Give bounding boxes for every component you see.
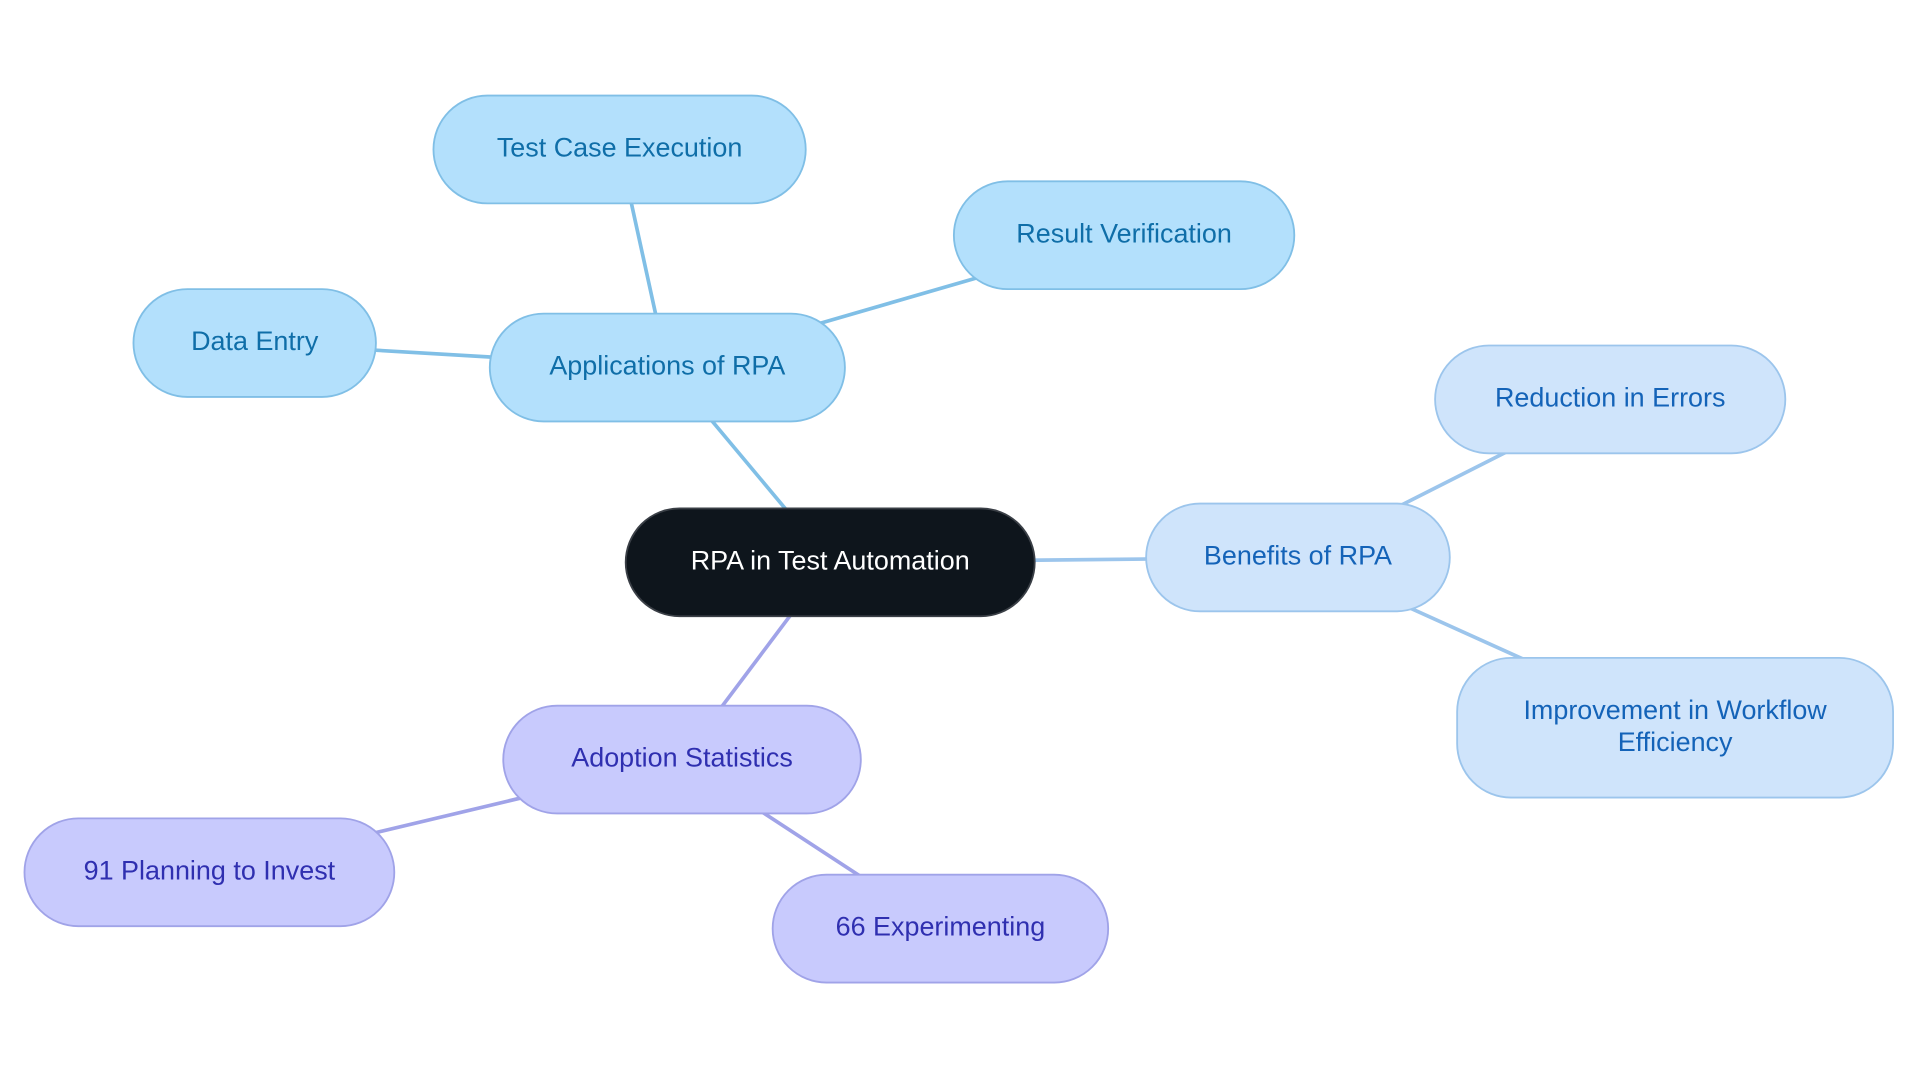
leaf-node-workflow-efficiency[interactable]: Improvement in WorkflowEfficiency — [1456, 656, 1894, 799]
branch-node-benefits-label: Benefits of RPA — [1204, 541, 1392, 571]
leaf-node-result-verification-label: Result Verification — [1016, 218, 1232, 248]
leaf-node-reduction-errors-label: Reduction in Errors — [1495, 382, 1726, 412]
leaf-node-planning-invest[interactable]: 91 Planning to Invest — [23, 817, 396, 928]
branch-node-adoption-label: Adoption Statistics — [571, 743, 793, 773]
branch-node-applications-label: Applications of RPA — [549, 351, 785, 381]
leaf-node-planning-invest-label: 91 Planning to Invest — [84, 855, 336, 885]
branch-node-applications[interactable]: Applications of RPA — [488, 312, 846, 423]
branch-node-adoption[interactable]: Adoption Statistics — [502, 704, 862, 815]
leaf-node-test-case-execution[interactable]: Test Case Execution — [432, 94, 807, 205]
nodes-layer: RPA in Test Automation Applications of RP… — [23, 94, 1894, 984]
root-node[interactable]: RPA in Test Automation — [624, 507, 1036, 618]
leaf-node-experimenting-label: 66 Experimenting — [836, 912, 1046, 942]
leaf-node-reduction-errors[interactable]: Reduction in Errors — [1434, 344, 1787, 455]
leaf-node-experimenting[interactable]: 66 Experimenting — [771, 873, 1110, 984]
leaf-node-test-case-execution-label: Test Case Execution — [497, 133, 743, 163]
branch-node-benefits[interactable]: Benefits of RPA — [1145, 502, 1451, 613]
mindmap-canvas: RPA in Test Automation Applications of RP… — [23, 94, 1894, 984]
leaf-node-result-verification[interactable]: Result Verification — [952, 180, 1296, 291]
leaf-node-workflow-efficiency-label-line: Improvement in Workflow — [1523, 695, 1827, 725]
leaf-node-data-entry-label: Data Entry — [191, 326, 319, 356]
root-node-label: RPA in Test Automation — [691, 545, 970, 575]
leaf-node-workflow-efficiency-label-line: Efficiency — [1618, 727, 1733, 757]
leaf-node-data-entry[interactable]: Data Entry — [132, 288, 377, 398]
